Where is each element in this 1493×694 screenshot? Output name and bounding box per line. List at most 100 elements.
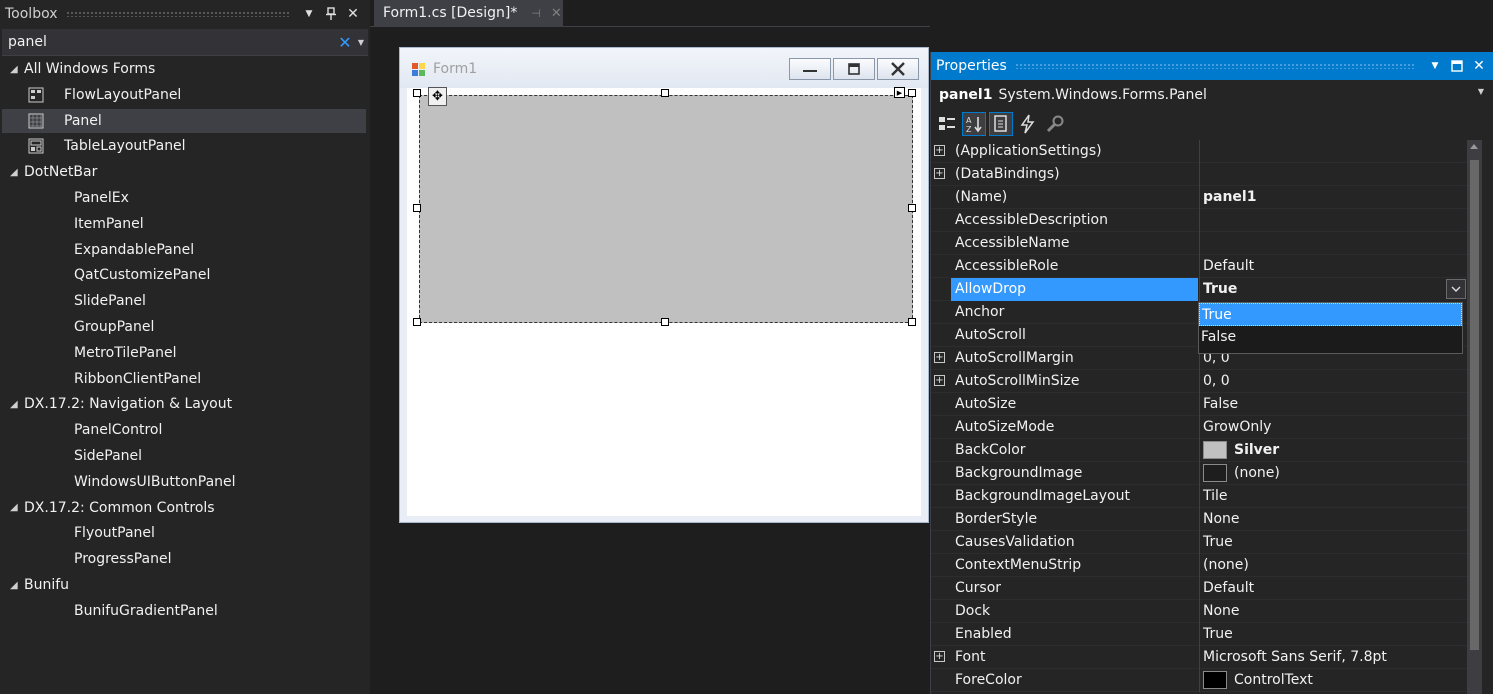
property-row[interactable]: Dock None: [931, 600, 1467, 623]
property-value[interactable]: [1199, 140, 1467, 163]
close-button[interactable]: [877, 58, 919, 80]
resize-handle-bc[interactable]: [661, 318, 669, 326]
toolbox-category[interactable]: ◢ Bunifu: [2, 573, 366, 597]
properties-view-button[interactable]: [989, 112, 1013, 136]
tab-close-icon[interactable]: ✕: [551, 6, 562, 21]
property-row[interactable]: ForeColor ControlText: [931, 669, 1467, 692]
property-value[interactable]: True: [1199, 623, 1467, 646]
toolbox-item[interactable]: WindowsUIButtonPanel: [2, 470, 366, 494]
property-value[interactable]: [1199, 232, 1467, 255]
property-row[interactable]: CausesValidation True: [931, 531, 1467, 554]
property-row[interactable]: + Font Microsoft Sans Serif, 7.8pt: [931, 646, 1467, 669]
tab-form1-design[interactable]: Form1.cs [Design]* ⊣ ✕: [374, 0, 563, 26]
resize-handle-mr[interactable]: [908, 204, 916, 212]
expanded-arrow-icon[interactable]: ◢: [10, 64, 18, 75]
toolbox-search-input[interactable]: [2, 29, 336, 55]
designer-form-window[interactable]: Form1 ✥ ▶: [399, 47, 929, 523]
toolbox-item[interactable]: PanelControl: [2, 418, 366, 442]
toolbox-item[interactable]: SidePanel: [2, 444, 366, 468]
toolbox-item[interactable]: Panel: [2, 108, 366, 133]
property-row[interactable]: BackgroundImage (none): [931, 462, 1467, 485]
expand-plus-icon[interactable]: +: [934, 651, 945, 662]
value-dropdown-button[interactable]: [1446, 279, 1466, 299]
alphabetical-button[interactable]: AZ: [962, 112, 986, 136]
property-grid-scrollbar[interactable]: [1467, 140, 1482, 694]
object-selector[interactable]: panel1 System.Windows.Forms.Panel ▼: [931, 82, 1493, 108]
toolbox-item[interactable]: SlidePanel: [2, 289, 366, 313]
toolbox-item[interactable]: QatCustomizePanel: [2, 263, 366, 287]
window-position-dropdown-icon[interactable]: ▼: [1424, 55, 1446, 77]
toolbox-item[interactable]: FlyoutPanel: [2, 521, 366, 545]
property-value[interactable]: (none): [1199, 462, 1467, 485]
toolbox-item[interactable]: RibbonClientPanel: [2, 367, 366, 391]
categorized-button[interactable]: [935, 112, 959, 136]
property-row[interactable]: (Name) panel1: [931, 186, 1467, 209]
toolbox-item[interactable]: ExpandablePanel: [2, 238, 366, 262]
properties-drag-grip[interactable]: [1014, 63, 1416, 69]
expand-plus-icon[interactable]: +: [934, 375, 945, 386]
expand-plus-icon[interactable]: +: [934, 352, 945, 363]
toolbox-item[interactable]: ItemPanel: [2, 212, 366, 236]
property-row[interactable]: AccessibleRole Default: [931, 255, 1467, 278]
expanded-arrow-icon[interactable]: ◢: [10, 167, 18, 178]
property-value[interactable]: [1199, 209, 1467, 232]
pin-icon[interactable]: [320, 3, 342, 25]
toolbox-drag-grip[interactable]: [65, 11, 290, 17]
toolbox-item[interactable]: FlowLayoutPanel: [2, 83, 366, 107]
property-value[interactable]: None: [1199, 508, 1467, 531]
search-options-dropdown-icon[interactable]: ▼: [354, 32, 368, 52]
property-row[interactable]: + (ApplicationSettings): [931, 140, 1467, 163]
property-value[interactable]: (none): [1199, 554, 1467, 577]
expanded-arrow-icon[interactable]: ◢: [10, 502, 18, 513]
tab-pin-icon[interactable]: ⊣: [531, 7, 541, 20]
scroll-up-icon[interactable]: [1470, 144, 1478, 149]
property-value[interactable]: 0, 0: [1199, 370, 1467, 393]
property-value[interactable]: False: [1199, 393, 1467, 416]
property-row[interactable]: ContextMenuStrip (none): [931, 554, 1467, 577]
property-pages-button[interactable]: [1043, 112, 1067, 136]
property-row[interactable]: AccessibleDescription: [931, 209, 1467, 232]
maximize-button[interactable]: [833, 58, 875, 80]
property-value[interactable]: None: [1199, 600, 1467, 623]
resize-handle-bl[interactable]: [413, 318, 421, 326]
toolbox-category[interactable]: ◢ DotNetBar: [2, 160, 366, 184]
toolbox-category[interactable]: ◢ DX.17.2: Navigation & Layout: [2, 392, 366, 416]
property-row[interactable]: BackgroundImageLayout Tile: [931, 485, 1467, 508]
property-value[interactable]: Default: [1199, 255, 1467, 278]
property-row[interactable]: AccessibleName: [931, 232, 1467, 255]
toolbox-item[interactable]: GroupPanel: [2, 315, 366, 339]
dropdown-option-true[interactable]: True: [1199, 303, 1462, 326]
expanded-arrow-icon[interactable]: ◢: [10, 580, 18, 591]
toolbox-item[interactable]: PanelEx: [2, 186, 366, 210]
property-row[interactable]: AutoSize False: [931, 393, 1467, 416]
toolbox-item[interactable]: ProgressPanel: [2, 547, 366, 571]
close-icon[interactable]: ✕: [1468, 55, 1490, 77]
property-value[interactable]: [1199, 163, 1467, 186]
property-row[interactable]: Cursor Default: [931, 577, 1467, 600]
property-value[interactable]: Silver: [1199, 439, 1467, 462]
toolbox-category[interactable]: ◢ DX.17.2: Common Controls: [2, 496, 366, 520]
property-row[interactable]: + (DataBindings): [931, 163, 1467, 186]
toolbox-category[interactable]: ◢ All Windows Forms: [2, 57, 366, 81]
dropdown-option-false[interactable]: False: [1199, 326, 1462, 349]
property-value[interactable]: GrowOnly: [1199, 416, 1467, 439]
property-value[interactable]: panel1: [1199, 186, 1467, 209]
minimize-button[interactable]: [789, 58, 831, 80]
object-selector-dropdown-icon[interactable]: ▼: [1478, 87, 1484, 96]
toolbox-item[interactable]: MetroTilePanel: [2, 341, 366, 365]
close-icon[interactable]: ✕: [342, 3, 364, 25]
scrollbar-thumb[interactable]: [1470, 160, 1479, 650]
clear-search-icon[interactable]: ✕: [336, 33, 354, 52]
resize-handle-br[interactable]: [908, 318, 916, 326]
property-row[interactable]: AllowDrop True: [931, 278, 1467, 301]
property-value[interactable]: Microsoft Sans Serif, 7.8pt: [1199, 646, 1467, 669]
expand-plus-icon[interactable]: +: [934, 145, 945, 156]
smart-tag-icon[interactable]: ▶: [894, 87, 905, 98]
events-button[interactable]: [1016, 112, 1040, 136]
toolbox-item[interactable]: TableLayoutPanel: [2, 134, 366, 158]
toolbox-item[interactable]: BunifuGradientPanel: [2, 599, 366, 623]
property-row[interactable]: AutoSizeMode GrowOnly: [931, 416, 1467, 439]
property-value[interactable]: True: [1199, 278, 1467, 301]
maximize-icon[interactable]: [1446, 55, 1468, 77]
expand-plus-icon[interactable]: +: [934, 168, 945, 179]
